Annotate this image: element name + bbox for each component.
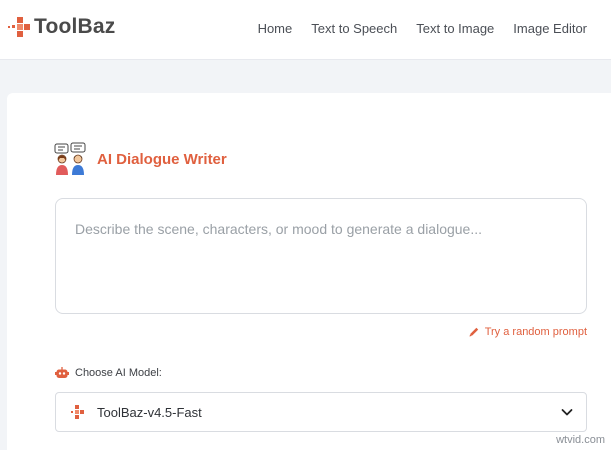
model-label-row: Choose AI Model: [55,367,162,379]
nav-image-editor[interactable]: Image Editor [513,21,587,36]
model-label: Choose AI Model: [75,367,162,379]
tool-title: AI Dialogue Writer [97,151,227,168]
toolbaz-mark-icon [71,405,84,419]
chevron-down-icon [561,409,573,416]
nav-text-to-image[interactable]: Text to Image [416,21,494,36]
random-prompt-link[interactable]: Try a random prompt [468,326,587,338]
watermark: wtvid.com [556,434,605,446]
main-nav: Home Text to Speech Text to Image Image … [258,21,611,36]
pencil-icon [469,327,478,337]
dialogue-people-icon [54,142,86,175]
logo[interactable]: ToolBaz [8,15,116,39]
nav-home[interactable]: Home [258,21,293,36]
robot-icon [55,367,69,378]
model-select[interactable]: ToolBaz-v4.5-Fast [55,392,587,432]
nav-text-to-speech[interactable]: Text to Speech [311,21,397,36]
tool-title-row: AI Dialogue Writer [53,142,227,176]
prompt-box [55,198,587,314]
model-selected-value: ToolBaz-v4.5-Fast [97,404,202,420]
logo-text: ToolBaz [34,15,116,38]
toolbaz-logo-icon [8,17,30,37]
top-header: ToolBaz Home Text to Speech Text to Imag… [0,0,611,60]
random-prompt-label: Try a random prompt [484,326,587,338]
prompt-input[interactable] [75,221,567,291]
